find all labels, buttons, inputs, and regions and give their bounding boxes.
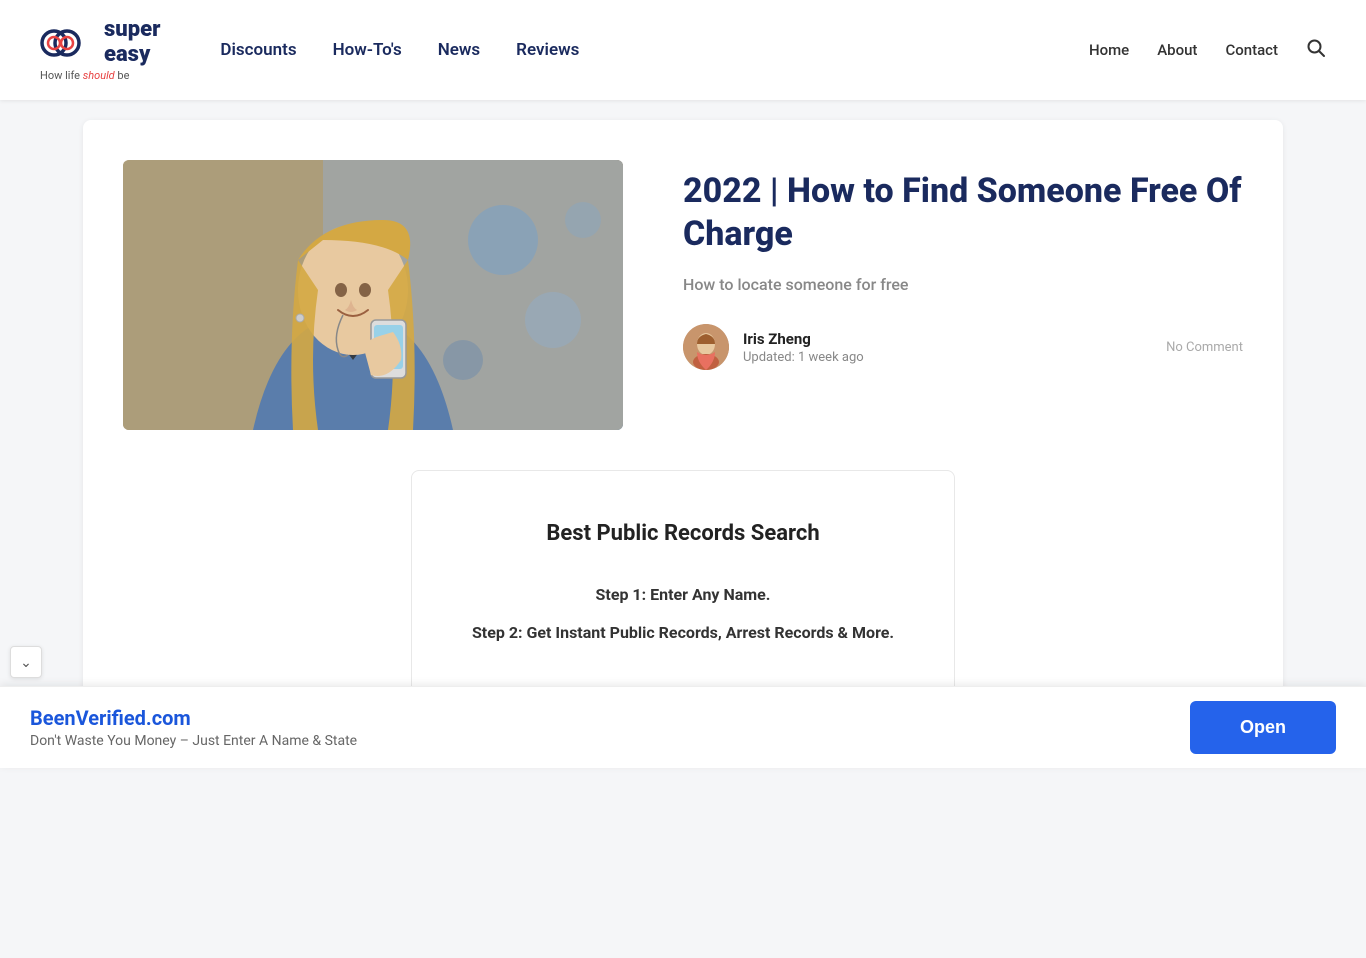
page-content: 2022 | How to Find Someone Free Of Charg…	[0, 100, 1366, 958]
author-name: Iris Zheng	[743, 330, 864, 348]
collapse-button[interactable]: ⌄	[10, 646, 42, 678]
site-logo[interactable]: super easy How life should be	[40, 18, 160, 81]
article-card: 2022 | How to Find Someone Free Of Charg…	[83, 120, 1283, 748]
author-avatar	[683, 324, 729, 370]
ad-site-link[interactable]: BeenVerified.com	[30, 706, 357, 730]
nav-howtos[interactable]: How-To's	[333, 40, 402, 60]
logo-tagline-emphasis: should	[83, 69, 115, 82]
article-featured-image	[123, 160, 623, 430]
logo-text: super easy	[104, 18, 160, 66]
article-image-svg	[123, 160, 623, 430]
ad-open-button[interactable]: Open	[1190, 701, 1336, 754]
nav-about[interactable]: About	[1157, 41, 1197, 59]
article-title: 2022 | How to Find Someone Free Of Charg…	[683, 170, 1243, 255]
nav-contact[interactable]: Contact	[1225, 41, 1278, 59]
content-box-title: Best Public Records Search	[472, 521, 894, 546]
nav-home[interactable]: Home	[1089, 41, 1129, 59]
main-nav: Discounts How-To's News Reviews	[220, 40, 1089, 60]
article-meta: 2022 | How to Find Someone Free Of Charg…	[683, 160, 1243, 370]
ad-content: BeenVerified.com Don't Waste You Money –…	[30, 706, 357, 749]
site-header: super easy How life should be Discounts …	[0, 0, 1366, 100]
nav-discounts[interactable]: Discounts	[220, 40, 296, 60]
no-comment-label: No Comment	[1166, 340, 1243, 355]
author-details: Iris Zheng Updated: 1 week ago	[743, 330, 864, 365]
ad-description: Don't Waste You Money – Just Enter A Nam…	[30, 733, 357, 749]
logo-tagline: How life should be	[40, 69, 129, 82]
nav-news[interactable]: News	[438, 40, 480, 60]
logo-icon	[40, 19, 94, 67]
ad-bar: BeenVerified.com Don't Waste You Money –…	[0, 686, 1366, 768]
author-row: Iris Zheng Updated: 1 week ago No Commen…	[683, 324, 1243, 370]
content-box: Best Public Records Search Step 1: Enter…	[411, 470, 955, 708]
nav-reviews[interactable]: Reviews	[516, 40, 579, 60]
search-button[interactable]	[1306, 38, 1326, 63]
search-icon	[1306, 38, 1326, 58]
author-updated: Updated: 1 week ago	[743, 350, 864, 365]
step1-text: Step 1: Enter Any Name.	[472, 582, 894, 608]
avatar-image	[683, 324, 729, 370]
article-subtitle: How to locate someone for free	[683, 275, 1243, 294]
right-nav: Home About Contact	[1089, 38, 1326, 63]
step2-text: Step 2: Get Instant Public Records, Arre…	[472, 620, 894, 646]
author-info: Iris Zheng Updated: 1 week ago	[683, 324, 864, 370]
article-top: 2022 | How to Find Someone Free Of Charg…	[123, 160, 1243, 430]
